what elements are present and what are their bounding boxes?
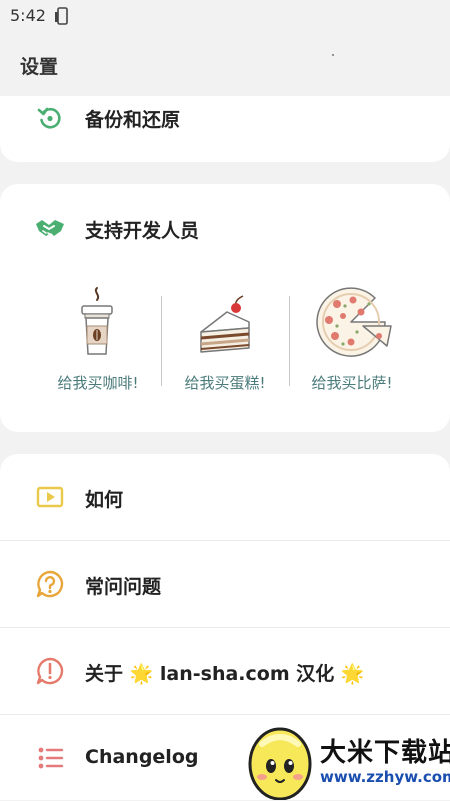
info-alert-icon [36, 657, 64, 685]
handshake-icon [36, 220, 64, 236]
status-time: 5:42 [10, 6, 46, 25]
backup-restore-item[interactable]: 备份和还原 [0, 74, 450, 160]
donate-cake[interactable]: 给我买蛋糕! [160, 286, 290, 396]
menu-item-faq-label: 常问问题 [85, 576, 162, 598]
question-icon [36, 570, 64, 598]
donate-pizza[interactable]: 给我买比萨! [287, 286, 417, 396]
phone-rotation-icon [55, 7, 68, 25]
decorative-dot [332, 54, 334, 56]
donate-coffee[interactable]: 给我买咖啡! [33, 286, 163, 396]
watermark: 大米下载站 www.zzhyw.com [240, 720, 450, 800]
menu-item-faq[interactable]: 常问问题 [0, 541, 450, 627]
backup-restore-label: 备份和还原 [85, 109, 181, 131]
status-bar: 5:42 [0, 0, 450, 32]
backup-card: 备份和还原 [0, 96, 450, 162]
donate-cake-label: 给我买蛋糕! [184, 374, 266, 392]
menu-item-changelog-label: Changelog [85, 746, 199, 768]
play-video-icon [36, 486, 64, 508]
cake-icon [200, 295, 250, 353]
restore-icon [37, 107, 61, 129]
watermark-url: www.zzhyw.com [320, 768, 450, 786]
donate-coffee-label: 给我买咖啡! [57, 374, 139, 392]
support-header: 支持开发人员 [0, 184, 450, 270]
list-icon [38, 747, 64, 769]
support-title: 支持开发人员 [85, 220, 200, 242]
menu-item-howto-label: 如何 [85, 489, 124, 511]
pizza-icon [316, 287, 392, 357]
menu-item-about-label: 关于 🌟 lan-sha.com 汉化 🌟 [85, 663, 365, 685]
watermark-title: 大米下载站 [320, 738, 450, 768]
mascot-logo-icon [248, 727, 312, 800]
donate-pizza-label: 给我买比萨! [311, 374, 393, 392]
menu-item-about[interactable]: 关于 🌟 lan-sha.com 汉化 🌟 [0, 628, 450, 714]
menu-item-howto[interactable]: 如何 [0, 454, 450, 540]
coffee-cup-icon [81, 287, 113, 355]
